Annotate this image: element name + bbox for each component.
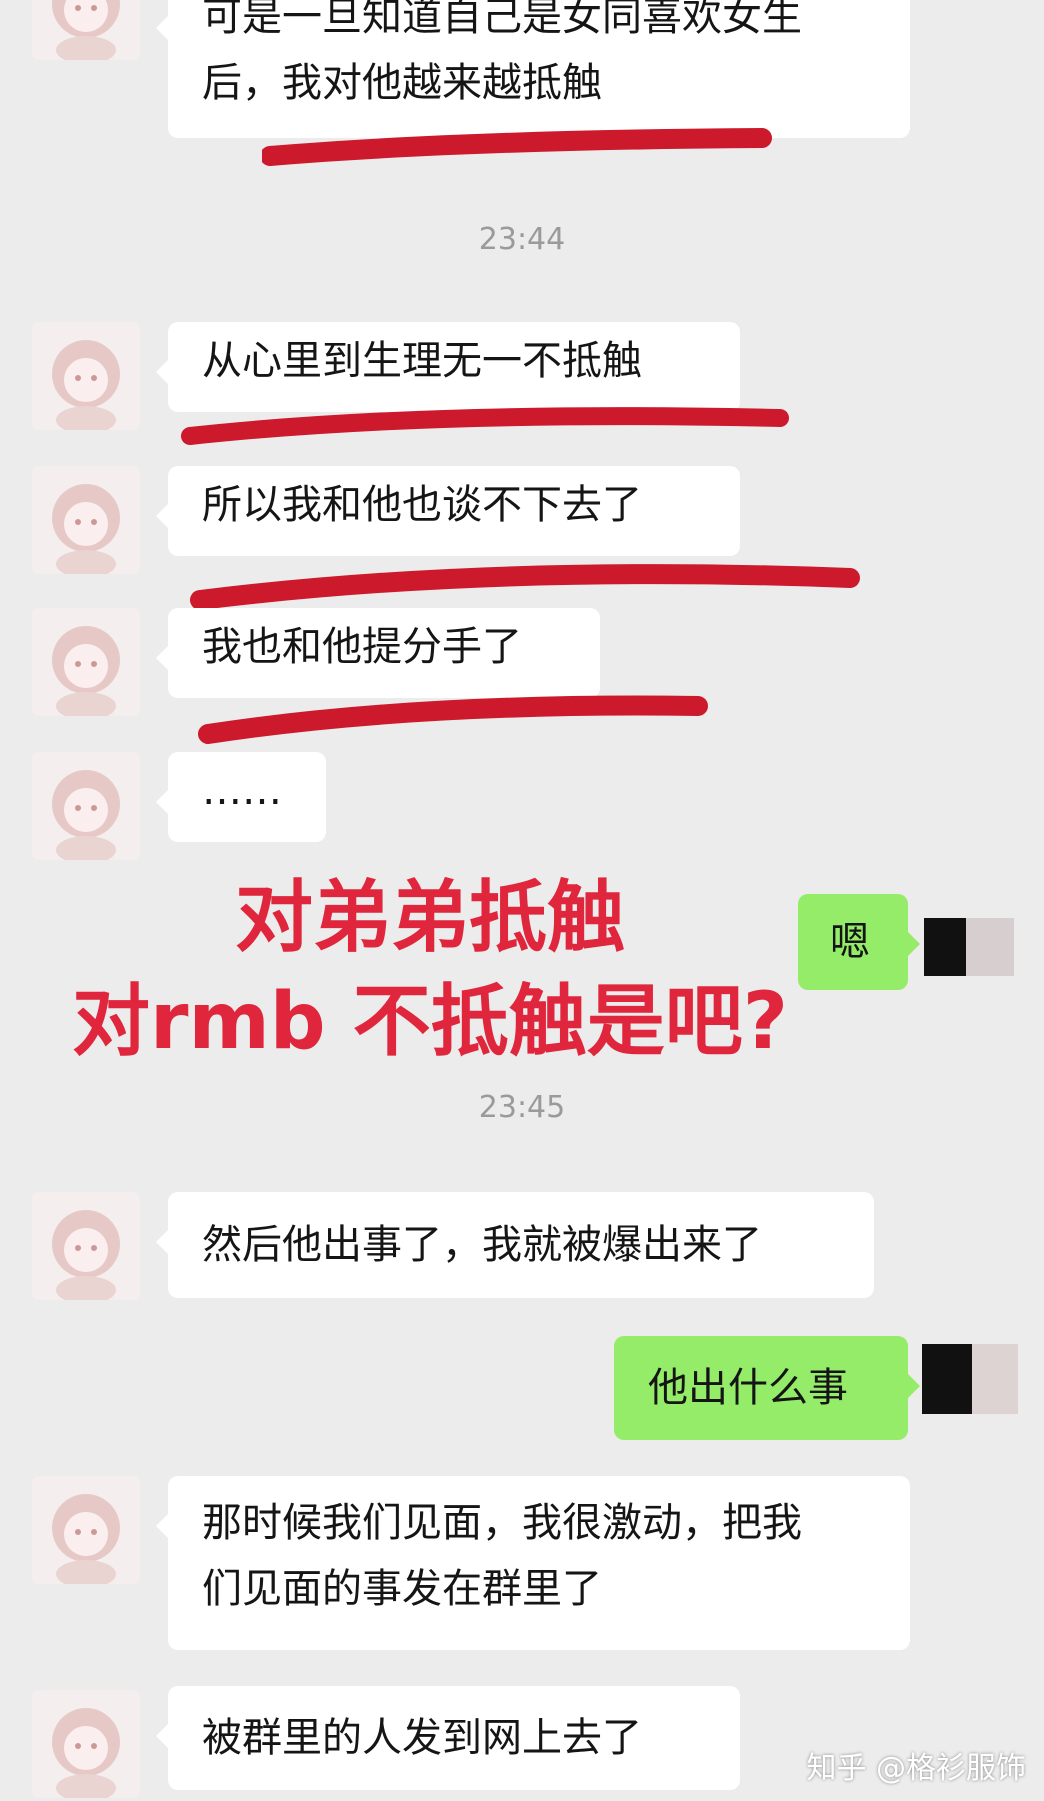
message-text: 从心里到生理无一不抵触: [202, 338, 642, 384]
message-bubble[interactable]: 他出什么事: [614, 1336, 920, 1440]
message-bubble[interactable]: 可是一旦知道自己是女同喜欢女生 后，我对他越来越抵触: [156, 0, 910, 138]
message-text: 被群里的人发到网上去了: [202, 1715, 642, 1761]
avatar[interactable]: [32, 466, 140, 574]
red-underline-mark: [181, 407, 789, 445]
message-bubble[interactable]: 嗯: [798, 894, 920, 990]
message-text: 嗯: [830, 919, 870, 965]
message-bubble[interactable]: 被群里的人发到网上去了: [156, 1686, 740, 1790]
message-bubble[interactable]: 那时候我们见面，我很激动，把我 们见面的事发在群里了: [156, 1476, 910, 1650]
red-underline-mark: [190, 564, 860, 610]
message-text: 他出什么事: [648, 1365, 848, 1411]
message-bubble[interactable]: 所以我和他也谈不下去了: [156, 466, 740, 556]
avatar[interactable]: [32, 322, 140, 430]
annotation-line: 对弟弟抵触: [234, 873, 625, 963]
message-text-line: 们见面的事发在群里了: [202, 1566, 602, 1612]
message-bubble[interactable]: 我也和他提分手了: [156, 608, 600, 698]
avatar[interactable]: [32, 0, 140, 60]
avatar[interactable]: [32, 1476, 140, 1584]
message-text: 所以我和他也谈不下去了: [202, 482, 642, 528]
censored-avatar: [924, 918, 1014, 976]
timestamp: 23:45: [478, 1090, 566, 1125]
avatar[interactable]: [32, 1192, 140, 1300]
censored-avatar: [922, 1344, 1018, 1414]
annotation-line: 对rmb 不抵触是吧?: [72, 977, 788, 1067]
message-text-line: 后，我对他越来越抵触: [202, 60, 602, 106]
message-bubble[interactable]: ……: [156, 752, 326, 842]
message-text: 然后他出事了，我就被爆出来了: [202, 1222, 762, 1268]
red-underline-mark: [198, 695, 708, 744]
message-text-line: 那时候我们见面，我很激动，把我: [202, 1500, 802, 1546]
timestamp: 23:44: [478, 222, 566, 257]
avatar[interactable]: [32, 608, 140, 716]
avatar[interactable]: [32, 752, 140, 860]
avatar[interactable]: [32, 1690, 140, 1798]
message-bubble[interactable]: 然后他出事了，我就被爆出来了: [156, 1192, 874, 1298]
red-underline-mark: [262, 128, 772, 166]
message-text-line: 可是一旦知道自己是女同喜欢女生: [202, 0, 802, 40]
message-text: 我也和他提分手了: [202, 624, 522, 670]
watermark: 知乎 @格衫服饰: [806, 1751, 1026, 1786]
message-text: ……: [202, 768, 282, 814]
